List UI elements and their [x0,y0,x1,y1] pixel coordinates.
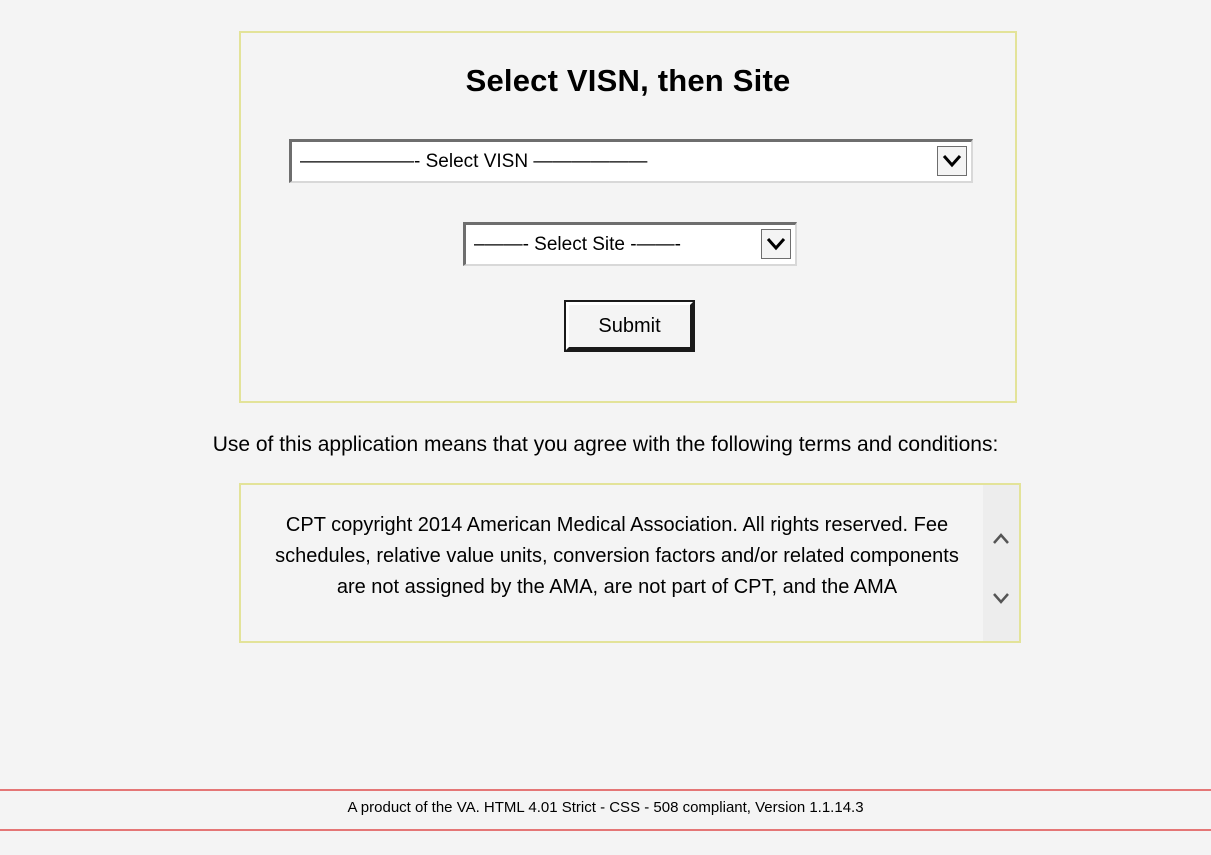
terms-scrollbar[interactable] [983,485,1019,641]
footer-divider-top [0,789,1211,791]
terms-textarea[interactable]: CPT copyright 2014 American Medical Asso… [239,483,1021,643]
footer-divider-bottom [0,829,1211,831]
visn-select-value: ——————- Select VISN —————— [300,151,648,172]
site-select[interactable]: –——- Select Site -——- [463,222,797,266]
chevron-down-icon [942,155,962,168]
chevron-down-icon [766,238,786,251]
terms-intro: Use of this application means that you a… [212,433,999,456]
select-visn-site-panel: Select VISN, then Site ——————- Select VI… [239,31,1017,403]
terms-text: CPT copyright 2014 American Medical Asso… [275,514,959,598]
panel-title: Select VISN, then Site [465,63,791,98]
chevron-up-icon[interactable] [992,530,1010,548]
chevron-down-icon[interactable] [992,589,1010,607]
submit-button[interactable]: Submit [564,300,695,352]
footer-text: A product of the VA. HTML 4.01 Strict - … [347,799,864,816]
site-select-value: –——- Select Site -——- [474,234,681,255]
site-dropdown-button[interactable] [761,229,791,259]
visn-dropdown-button[interactable] [937,146,967,176]
page: Select VISN, then Site ——————- Select VI… [0,0,1211,855]
visn-select[interactable]: ——————- Select VISN —————— [289,139,973,183]
